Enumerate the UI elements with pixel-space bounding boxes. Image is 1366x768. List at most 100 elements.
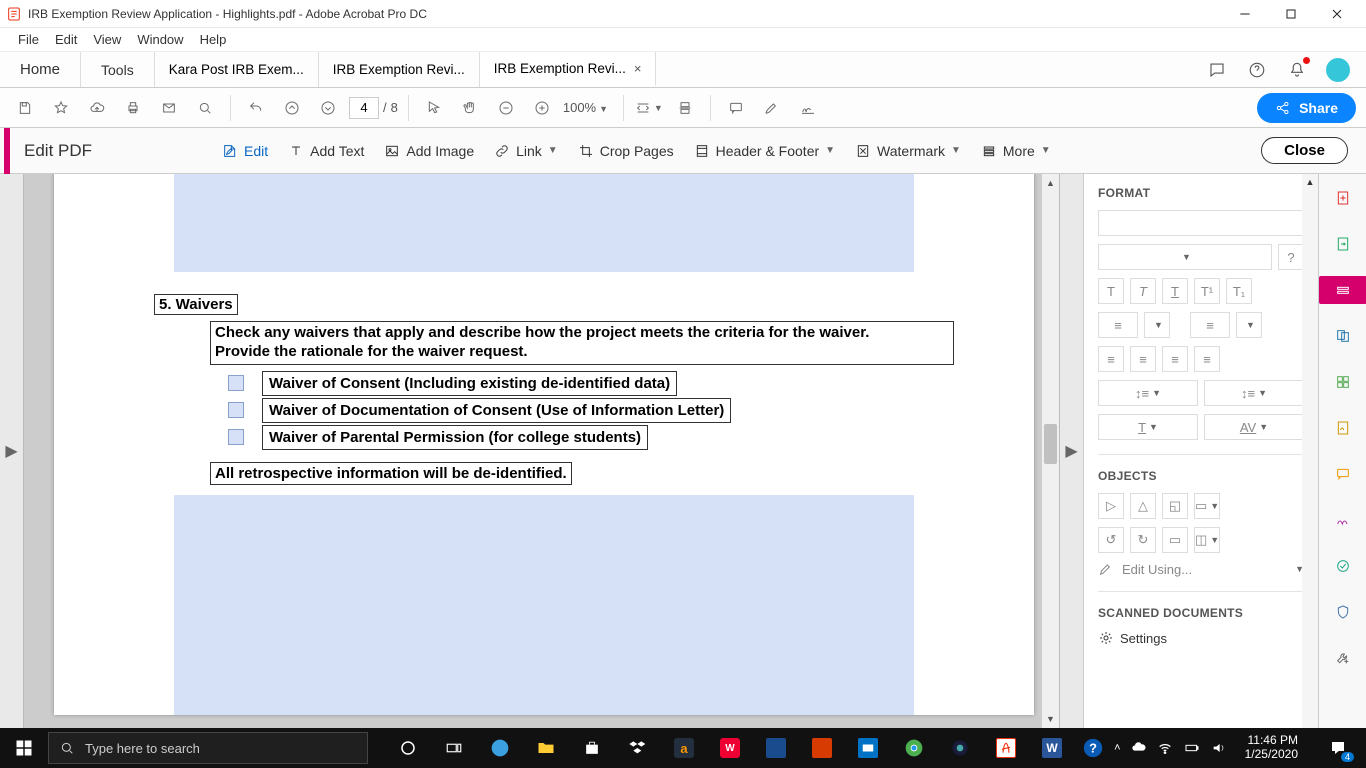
save-icon[interactable] — [10, 93, 40, 123]
create-pdf-icon[interactable] — [1329, 184, 1357, 212]
number-list-icon[interactable]: ≡ — [1190, 312, 1230, 338]
close-button[interactable] — [1314, 0, 1360, 28]
paragraph-spacing-dropdown[interactable]: ↕≡ ▼ — [1204, 380, 1304, 406]
optimize-icon[interactable] — [1329, 552, 1357, 580]
more-button[interactable]: More▼ — [971, 136, 1061, 166]
page-up-icon[interactable] — [277, 93, 307, 123]
replace-image-icon[interactable]: ▭ — [1162, 527, 1188, 553]
start-button[interactable] — [0, 728, 48, 768]
taskbar-search[interactable]: Type here to search — [48, 732, 368, 764]
chrome-icon[interactable] — [892, 728, 936, 768]
zoom-level[interactable]: 100%▼ — [563, 100, 613, 115]
organize-icon[interactable] — [1329, 368, 1357, 396]
tab-tools[interactable]: Tools — [81, 52, 155, 87]
settings-link[interactable]: Settings — [1098, 630, 1304, 646]
menu-help[interactable]: Help — [192, 30, 235, 49]
align-justify-icon[interactable]: ≡ — [1194, 346, 1220, 372]
italic-icon[interactable]: T — [1130, 278, 1156, 304]
doc-tab-1[interactable]: IRB Exemption Revi... — [319, 52, 480, 87]
dropbox-icon[interactable] — [616, 728, 660, 768]
editpdf-close-button[interactable]: Close — [1261, 137, 1348, 164]
instructions-box[interactable]: Check any waivers that apply and describ… — [210, 321, 954, 365]
tray-chevron-icon[interactable]: ˄ — [1114, 742, 1120, 754]
arrange-dropdown[interactable]: ◫▼ — [1194, 527, 1220, 553]
amazon-icon[interactable]: a — [662, 728, 706, 768]
wps-icon[interactable]: W — [708, 728, 752, 768]
rotate-cw-icon[interactable]: ↻ — [1130, 527, 1156, 553]
crop-button[interactable]: Crop Pages — [568, 136, 684, 166]
bold-icon[interactable]: T — [1098, 278, 1124, 304]
export-pdf-icon[interactable] — [1329, 230, 1357, 258]
highlighted-region[interactable] — [174, 174, 914, 272]
add-text-button[interactable]: Add Text — [278, 136, 374, 166]
crop-icon[interactable]: ◱ — [1162, 493, 1188, 519]
hand-icon[interactable] — [455, 93, 485, 123]
edit-pdf-rail-icon[interactable] — [1319, 276, 1366, 304]
bell-icon[interactable] — [1286, 59, 1308, 81]
superscript-icon[interactable]: T¹ — [1194, 278, 1220, 304]
onedrive-icon[interactable] — [1131, 740, 1147, 756]
doc-tab-2[interactable]: IRB Exemption Revi... × — [480, 52, 657, 87]
highlight-icon[interactable] — [757, 93, 787, 123]
panel-scrollbar[interactable]: ▲ — [1302, 174, 1318, 728]
sign-rail-icon[interactable] — [1329, 506, 1357, 534]
tab-home[interactable]: Home — [0, 52, 81, 87]
cortana-icon[interactable] — [386, 728, 430, 768]
scroll-thumb[interactable] — [1044, 424, 1057, 464]
rotate-ccw-icon[interactable]: ↺ — [1098, 527, 1124, 553]
bullet-list-dropdown[interactable]: ▼ — [1144, 312, 1170, 338]
protect-icon[interactable] — [1329, 598, 1357, 626]
zoom-in-icon[interactable] — [527, 93, 557, 123]
comment-icon[interactable] — [721, 93, 751, 123]
vertical-scrollbar[interactable]: ▲ ▼ — [1041, 174, 1059, 728]
zoom-out-icon[interactable] — [491, 93, 521, 123]
wifi-icon[interactable] — [1157, 740, 1173, 756]
section-header[interactable]: 5. Waivers — [154, 294, 238, 315]
print-icon[interactable] — [118, 93, 148, 123]
scroll-down-icon[interactable]: ▼ — [1042, 710, 1059, 728]
weather-icon[interactable] — [754, 728, 798, 768]
acrobat-taskbar-icon[interactable] — [984, 728, 1028, 768]
combine-icon[interactable] — [1329, 322, 1357, 350]
task-view-icon[interactable] — [432, 728, 476, 768]
underline-icon[interactable]: T — [1162, 278, 1188, 304]
mail-icon[interactable] — [154, 93, 184, 123]
bullet-list-icon[interactable]: ≡ — [1098, 312, 1138, 338]
retro-note[interactable]: All retrospective information will be de… — [210, 462, 572, 485]
edit-using-dropdown[interactable]: Edit Using... ▼ — [1098, 561, 1304, 577]
align-left-icon[interactable]: ≡ — [1098, 346, 1124, 372]
maximize-button[interactable] — [1268, 0, 1314, 28]
text-scale-dropdown[interactable]: T ▼ — [1098, 414, 1198, 440]
sign-icon[interactable] — [793, 93, 823, 123]
flip-v-icon[interactable]: △ — [1130, 493, 1156, 519]
undo-icon[interactable] — [241, 93, 271, 123]
pointer-icon[interactable] — [419, 93, 449, 123]
page-scroll[interactable]: 5. Waivers Check any waivers that apply … — [24, 174, 1041, 728]
flip-h-icon[interactable]: ▷ — [1098, 493, 1124, 519]
edge-icon[interactable] — [478, 728, 522, 768]
right-panel-handle[interactable]: ▶ — [1059, 174, 1083, 728]
help-icon[interactable]: ? — [1278, 244, 1304, 270]
explorer-icon[interactable] — [524, 728, 568, 768]
highlighted-region[interactable] — [174, 495, 914, 715]
cloud-upload-icon[interactable] — [82, 93, 112, 123]
star-icon[interactable] — [46, 93, 76, 123]
mail-app-icon[interactable] — [846, 728, 890, 768]
header-footer-button[interactable]: Header & Footer▼ — [684, 136, 845, 166]
word-icon[interactable]: W — [1030, 728, 1074, 768]
align-right-icon[interactable]: ≡ — [1162, 346, 1188, 372]
menu-view[interactable]: View — [85, 30, 129, 49]
share-button[interactable]: Share — [1257, 93, 1356, 123]
font-size-dropdown[interactable]: ▼ — [1098, 244, 1272, 270]
add-image-button[interactable]: Add Image — [374, 136, 484, 166]
char-spacing-dropdown[interactable]: AV ▼ — [1204, 414, 1304, 440]
left-panel-handle[interactable]: ▶ — [0, 174, 24, 728]
page-current-input[interactable] — [349, 97, 379, 119]
menu-edit[interactable]: Edit — [47, 30, 85, 49]
scroll-mode-icon[interactable] — [670, 93, 700, 123]
action-center-icon[interactable]: 4 — [1316, 728, 1360, 768]
checkbox[interactable] — [228, 375, 244, 391]
search-icon[interactable] — [190, 93, 220, 123]
watermark-button[interactable]: Watermark▼ — [845, 136, 971, 166]
more-tools-icon[interactable] — [1329, 644, 1357, 672]
